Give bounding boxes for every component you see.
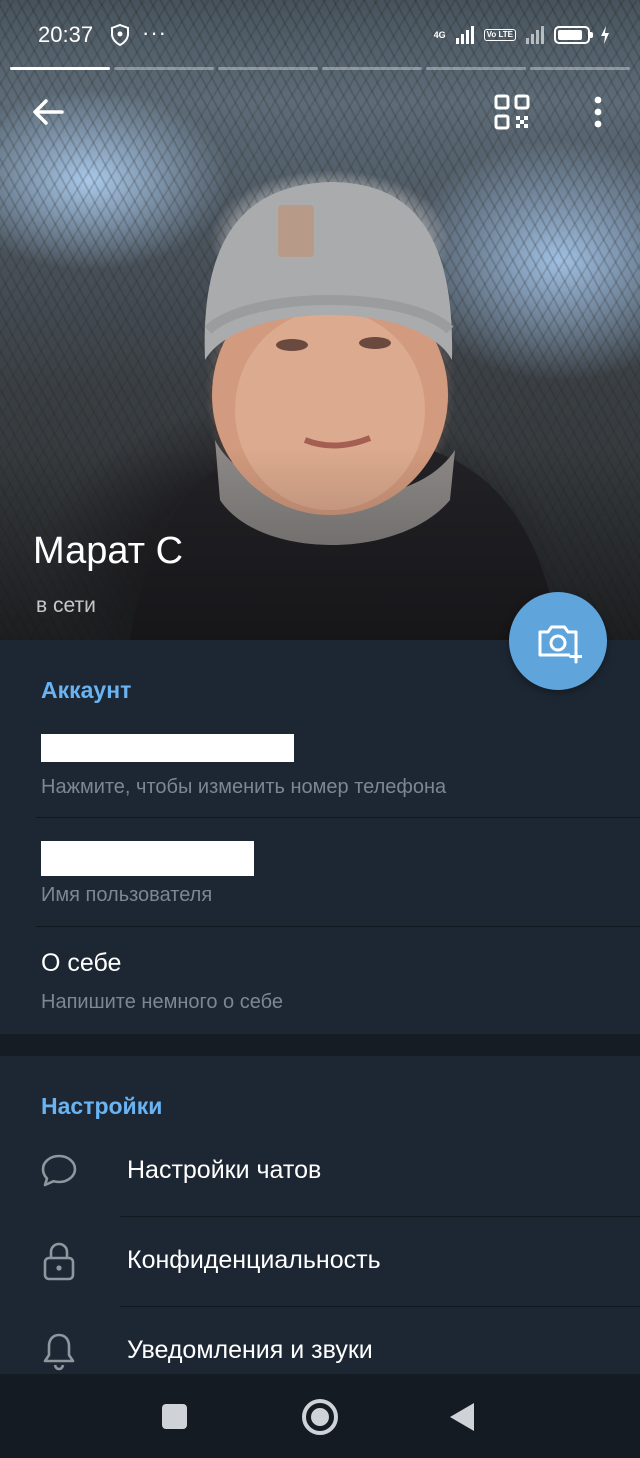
recent-apps-button[interactable]: [162, 1404, 187, 1429]
status-bar: 20:37 ··· 4G Vo LTE: [0, 0, 640, 68]
home-button[interactable]: [302, 1399, 338, 1435]
pager-segment: [530, 67, 630, 70]
username-redacted: [41, 841, 254, 876]
lock-icon: [43, 1242, 75, 1281]
account-section: Аккаунт Нажмите, чтобы изменить номер те…: [0, 640, 640, 1034]
shield-icon: [111, 24, 129, 46]
phone-row[interactable]: Нажмите, чтобы изменить номер телефона: [0, 720, 640, 818]
bell-icon: [43, 1333, 75, 1371]
pager-segment: [322, 67, 422, 70]
signal-icon: [455, 26, 474, 44]
arrow-left-icon: [33, 99, 64, 125]
more-options-button[interactable]: [578, 90, 618, 134]
pager-segment: [10, 67, 110, 70]
chat-bubble-icon: [41, 1154, 77, 1187]
back-button[interactable]: [26, 90, 70, 134]
pager-segment: [114, 67, 214, 70]
phone-hint: Нажмите, чтобы изменить номер телефона: [41, 776, 447, 798]
settings-item-privacy[interactable]: Конфиденциальность: [0, 1216, 640, 1306]
pager-segment: [218, 67, 318, 70]
section-gap: [0, 1034, 640, 1056]
set-photo-button[interactable]: [509, 592, 607, 690]
phone-number-redacted: [41, 734, 294, 762]
charging-icon: [601, 26, 609, 44]
bio-hint: Напишите немного о себе: [41, 991, 283, 1013]
settings-item-label: Настройки чатов: [127, 1156, 322, 1184]
profile-name: Марат С: [33, 530, 184, 572]
qr-code-icon: [494, 94, 530, 130]
volte-badge: Vo LTE: [483, 29, 516, 41]
bio-label: О себе: [41, 949, 122, 977]
qr-code-button[interactable]: [490, 90, 534, 134]
settings-item-label: Конфиденциальность: [127, 1246, 381, 1274]
status-time: 20:37: [38, 22, 94, 47]
account-section-title: Аккаунт: [41, 677, 132, 703]
settings-item-chats[interactable]: Настройки чатов: [0, 1126, 640, 1216]
top-bar: [0, 80, 640, 140]
username-row[interactable]: Имя пользователя: [0, 818, 640, 926]
photo-pager: [10, 67, 630, 71]
status-indicators: 4G Vo LTE: [434, 22, 610, 48]
more-vertical-icon: [594, 96, 602, 128]
battery-icon: [554, 26, 593, 44]
settings-section: Настройки Настройки чатов Конфиденциальн…: [0, 1056, 640, 1374]
more-notifications-icon: ···: [142, 20, 167, 45]
signal-icon-2: [526, 26, 544, 44]
bio-row[interactable]: О себе Напишите немного о себе: [0, 927, 640, 1034]
profile-online-status: в сети: [36, 594, 96, 617]
username-hint: Имя пользователя: [41, 884, 213, 906]
pager-segment: [426, 67, 526, 70]
settings-section-title: Настройки: [41, 1093, 163, 1119]
battery-fill: [558, 30, 582, 40]
camera-add-icon: [538, 625, 582, 664]
network-type-label: 4G: [433, 29, 446, 40]
system-navigation-bar: [0, 1374, 640, 1458]
settings-item-label: Уведомления и звуки: [127, 1336, 373, 1364]
system-back-button[interactable]: [450, 1403, 474, 1431]
